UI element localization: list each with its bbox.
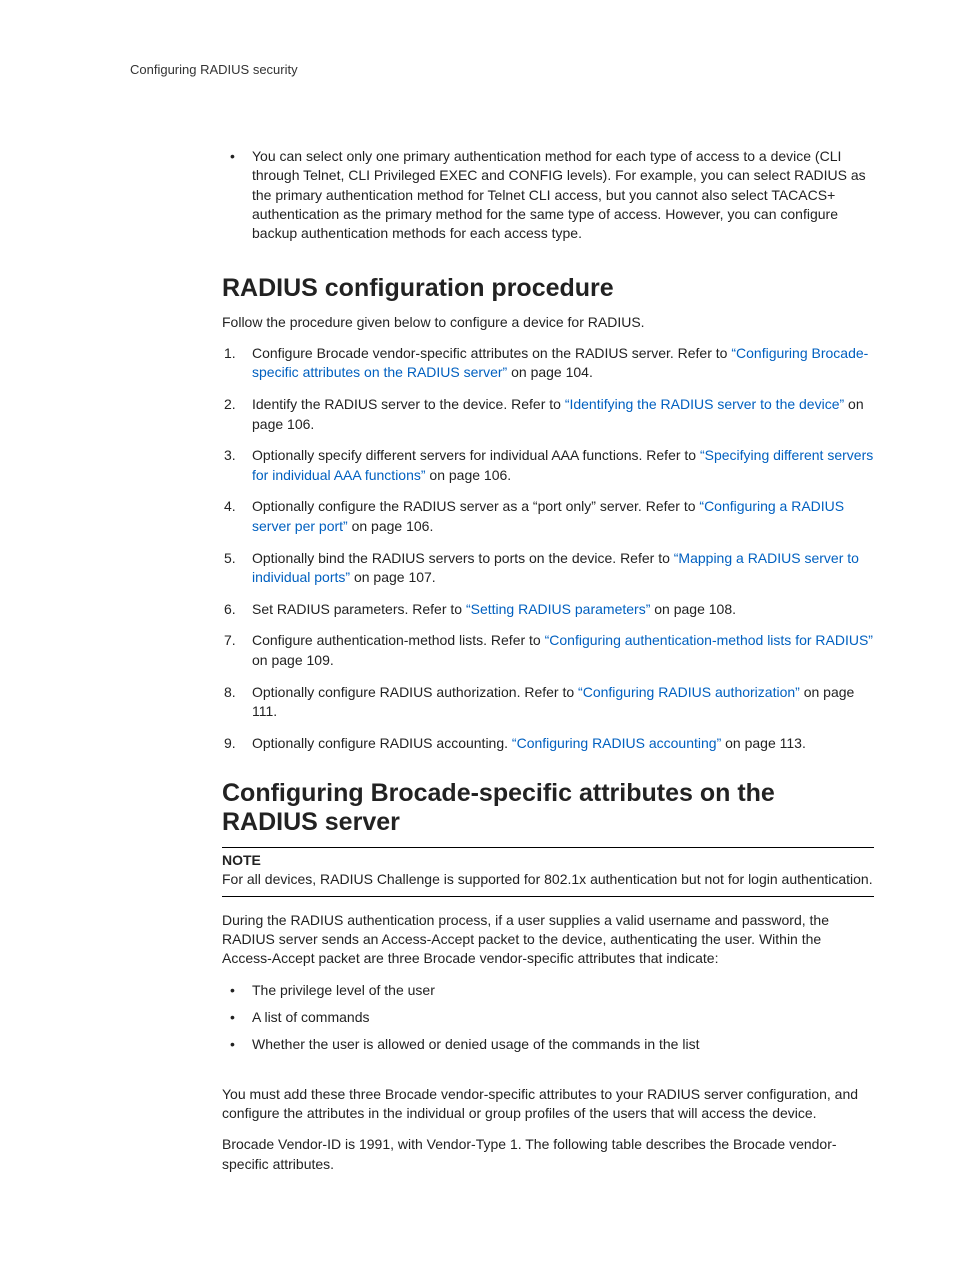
step-text: on page 106.	[426, 467, 512, 483]
cross-reference-link[interactable]: “Configuring authentication-method lists…	[545, 632, 873, 648]
step-text: Optionally bind the RADIUS servers to po…	[252, 550, 674, 566]
list-item: A list of commands	[222, 1008, 874, 1027]
step-text: Optionally configure RADIUS authorizatio…	[252, 684, 578, 700]
running-header: Configuring RADIUS security	[130, 62, 874, 77]
procedure-step: Set RADIUS parameters. Refer to “Setting…	[222, 600, 874, 620]
procedure-step: Optionally configure RADIUS authorizatio…	[222, 683, 874, 722]
body-paragraph: Brocade Vendor-ID is 1991, with Vendor-T…	[222, 1135, 874, 1174]
procedure-step: Identify the RADIUS server to the device…	[222, 395, 874, 434]
body-paragraph: During the RADIUS authentication process…	[222, 911, 874, 969]
step-text: Configure authentication-method lists. R…	[252, 632, 545, 648]
procedure-step: Optionally bind the RADIUS servers to po…	[222, 549, 874, 588]
note-label: NOTE	[222, 852, 874, 868]
step-text: on page 109.	[252, 652, 334, 668]
step-text: on page 106.	[348, 518, 434, 534]
top-bullet-list: You can select only one primary authenti…	[222, 147, 874, 244]
step-text: on page 113.	[721, 735, 806, 751]
cross-reference-link[interactable]: “Configuring RADIUS authorization”	[578, 684, 800, 700]
cross-reference-link[interactable]: “Configuring RADIUS accounting”	[512, 735, 721, 751]
cross-reference-link[interactable]: “Identifying the RADIUS server to the de…	[565, 396, 844, 412]
procedure-steps: Configure Brocade vendor-specific attrib…	[222, 344, 874, 754]
section-intro: Follow the procedure given below to conf…	[222, 313, 874, 332]
section-heading-attributes: Configuring Brocade-specific attributes …	[222, 779, 874, 837]
step-text: Optionally configure RADIUS accounting.	[252, 735, 512, 751]
list-item: You can select only one primary authenti…	[222, 147, 874, 244]
attribute-bullet-list: The privilege level of the user A list of…	[222, 981, 874, 1055]
step-text: on page 104.	[507, 364, 593, 380]
step-text: Set RADIUS parameters. Refer to	[252, 601, 466, 617]
procedure-step: Optionally configure the RADIUS server a…	[222, 497, 874, 536]
section-heading-procedure: RADIUS configuration procedure	[222, 274, 874, 303]
step-text: on page 108.	[650, 601, 736, 617]
list-item: Whether the user is allowed or denied us…	[222, 1035, 874, 1054]
list-item: The privilege level of the user	[222, 981, 874, 1000]
step-text: Configure Brocade vendor-specific attrib…	[252, 345, 731, 361]
note-block: NOTE For all devices, RADIUS Challenge i…	[222, 847, 874, 896]
note-text: For all devices, RADIUS Challenge is sup…	[222, 870, 874, 889]
body-paragraph: You must add these three Brocade vendor-…	[222, 1085, 874, 1124]
cross-reference-link[interactable]: “Setting RADIUS parameters”	[466, 601, 650, 617]
step-text: Optionally configure the RADIUS server a…	[252, 498, 699, 514]
step-text: Optionally specify different servers for…	[252, 447, 700, 463]
procedure-step: Configure Brocade vendor-specific attrib…	[222, 344, 874, 383]
procedure-step: Optionally configure RADIUS accounting. …	[222, 734, 874, 754]
procedure-step: Configure authentication-method lists. R…	[222, 631, 874, 670]
step-text: Identify the RADIUS server to the device…	[252, 396, 565, 412]
step-text: on page 107.	[350, 569, 436, 585]
procedure-step: Optionally specify different servers for…	[222, 446, 874, 485]
